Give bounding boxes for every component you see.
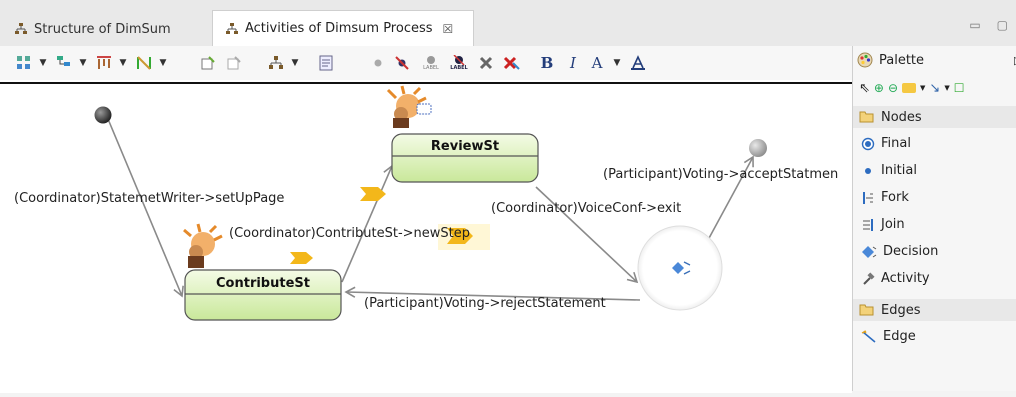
note-tool-icon[interactable] xyxy=(902,83,917,93)
initial-node-icon xyxy=(865,167,871,174)
chevron-down-icon[interactable]: ▼ xyxy=(944,84,949,92)
chevron-down-icon[interactable]: ▼ xyxy=(612,54,622,72)
chevron-down-icon[interactable]: ▼ xyxy=(118,54,128,72)
note-icon[interactable] xyxy=(200,54,216,72)
edge-tool-icon xyxy=(861,329,876,343)
initial-node[interactable] xyxy=(94,106,112,124)
state-name: ContributeSt xyxy=(216,276,310,291)
palette-item-label: Final xyxy=(881,136,911,151)
edge-label: (Coordinator)StatemetWriter->setUpPage xyxy=(14,191,284,206)
decision-icon xyxy=(862,245,877,258)
drawer-label: Nodes xyxy=(881,109,922,125)
minimize-icon[interactable]: ▭ xyxy=(969,18,980,32)
arrange-all-icon[interactable] xyxy=(16,54,32,72)
participant-figure-icon xyxy=(386,85,432,128)
state-reviewst[interactable]: ReviewSt xyxy=(391,133,539,183)
align-icon[interactable] xyxy=(96,54,112,72)
final-node[interactable] xyxy=(749,139,767,157)
palette-tools: ⇖ ⊕ ⊖ ▼ ↘ ▼ ☐ xyxy=(859,78,1016,98)
activity-diagram: ReviewSt ContributeSt (Coordinator)State… xyxy=(14,85,838,321)
tab-structure-of-dimsum[interactable]: Structure of DimSum xyxy=(14,12,171,46)
fork-icon xyxy=(863,191,873,204)
chevron-down-icon[interactable]: ▼ xyxy=(158,54,168,72)
participant-figure-icon xyxy=(183,223,223,268)
palette-item-final[interactable]: Final xyxy=(861,136,911,151)
maximize-icon[interactable]: ▢ xyxy=(997,18,1008,32)
drawer-label: Edges xyxy=(881,302,921,318)
dot-icon[interactable] xyxy=(370,54,386,72)
window-controls: ▭ ▢ xyxy=(969,18,1008,32)
pointer-icon[interactable]: ⇖ xyxy=(859,81,870,96)
edge-contribute-to-review[interactable] xyxy=(341,164,394,283)
note-attach-icon[interactable]: ☐ xyxy=(954,81,965,95)
palette-item-label: Initial xyxy=(881,163,917,178)
close-icon[interactable]: ☒ xyxy=(443,22,454,36)
size-icon[interactable] xyxy=(136,54,152,72)
palette-item-fork[interactable]: Fork xyxy=(861,190,909,205)
diagram-icon xyxy=(226,22,238,34)
diagram-editor: ▼ ▼ ▼ ▼ ▼ LABEL LABEL B I A ▼ ReviewSt C… xyxy=(0,46,852,393)
folder-open-icon xyxy=(859,304,874,316)
hammer-icon xyxy=(863,271,875,285)
tab-label: Activities of Dimsum Process xyxy=(245,21,433,36)
tab-label: Structure of DimSum xyxy=(34,21,171,37)
chevron-down-icon[interactable]: ▼ xyxy=(290,54,300,72)
palette-item-label: Join xyxy=(881,217,905,232)
palette-item-initial[interactable]: Initial xyxy=(861,163,917,178)
palette-item-label: Fork xyxy=(881,190,909,205)
palette-item-label: Activity xyxy=(881,271,930,286)
hide-connector-icon[interactable] xyxy=(394,54,410,72)
state-name: ReviewSt xyxy=(431,139,499,154)
join-icon xyxy=(863,218,873,231)
label-text: LABEL xyxy=(423,65,439,71)
guard-arrow-icon xyxy=(290,252,313,264)
fill-color-icon[interactable] xyxy=(630,54,646,72)
edge-label: (Participant)Voting->acceptStatmen xyxy=(603,167,838,182)
editor-tab-bar: Structure of DimSum Activities of Dimsum… xyxy=(0,0,1016,46)
diagram-icon xyxy=(15,23,27,34)
label-text: LABEL xyxy=(450,65,468,71)
palette-item-edge[interactable]: Edge xyxy=(861,329,916,344)
label-icon[interactable]: LABEL xyxy=(420,54,442,72)
drawer-nodes[interactable]: Nodes xyxy=(853,106,1016,128)
palette-header: Palette ▷ xyxy=(857,52,1016,68)
chevron-down-icon[interactable]: ▼ xyxy=(78,54,88,72)
connection-tool-icon[interactable]: ↘ xyxy=(929,81,940,96)
final-node-icon xyxy=(861,137,875,150)
hide-label-icon[interactable]: LABEL xyxy=(448,54,470,72)
chevron-down-icon[interactable]: ▼ xyxy=(920,84,925,92)
diagram-icon[interactable] xyxy=(268,54,284,72)
properties-icon[interactable] xyxy=(318,54,334,72)
palette-item-join[interactable]: Join xyxy=(861,217,905,232)
palette-item-activity[interactable]: Activity xyxy=(861,271,930,286)
palette-title: Palette xyxy=(879,52,925,68)
state-contributest[interactable]: ContributeSt xyxy=(184,269,342,321)
zoom-in-icon[interactable]: ⊕ xyxy=(874,81,884,95)
tab-activities-of-dimsum-process[interactable]: Activities of Dimsum Process ☒ xyxy=(212,10,474,46)
edge-initial-to-contribute[interactable] xyxy=(107,118,184,298)
edge-label: (Coordinator)VoiceConf->exit xyxy=(491,201,681,216)
drawer-edges[interactable]: Edges xyxy=(853,299,1016,321)
zoom-out-icon[interactable]: ⊖ xyxy=(888,81,898,95)
bold-button[interactable]: B xyxy=(540,54,554,72)
diagram-toolbar: ▼ ▼ ▼ ▼ ▼ LABEL LABEL B I A ▼ xyxy=(0,46,852,80)
text-note-icon[interactable] xyxy=(226,54,242,72)
edge-label: (Participant)Voting->rejectStatement xyxy=(364,296,606,311)
palette-icon xyxy=(857,52,873,68)
font-color-button[interactable]: A xyxy=(590,54,604,72)
palette-panel: Palette ▷ ⇖ ⊕ ⊖ ▼ ↘ ▼ ☐ Nodes Final Init… xyxy=(852,46,1016,391)
folder-open-icon xyxy=(859,111,874,123)
diagram-canvas[interactable]: ReviewSt ContributeSt (Coordinator)State… xyxy=(0,82,852,393)
select-tool-icon[interactable] xyxy=(56,54,72,72)
palette-item-label: Edge xyxy=(883,329,916,344)
italic-button[interactable]: I xyxy=(566,54,580,72)
palette-item-decision[interactable]: Decision xyxy=(861,244,938,259)
delete-from-model-icon[interactable] xyxy=(502,54,520,72)
palette-item-label: Decision xyxy=(883,244,939,259)
chevron-down-icon[interactable]: ▼ xyxy=(38,54,48,72)
edge-label: (Coordinator)ContributeSt->newStep xyxy=(229,226,470,241)
delete-icon[interactable] xyxy=(478,54,494,72)
